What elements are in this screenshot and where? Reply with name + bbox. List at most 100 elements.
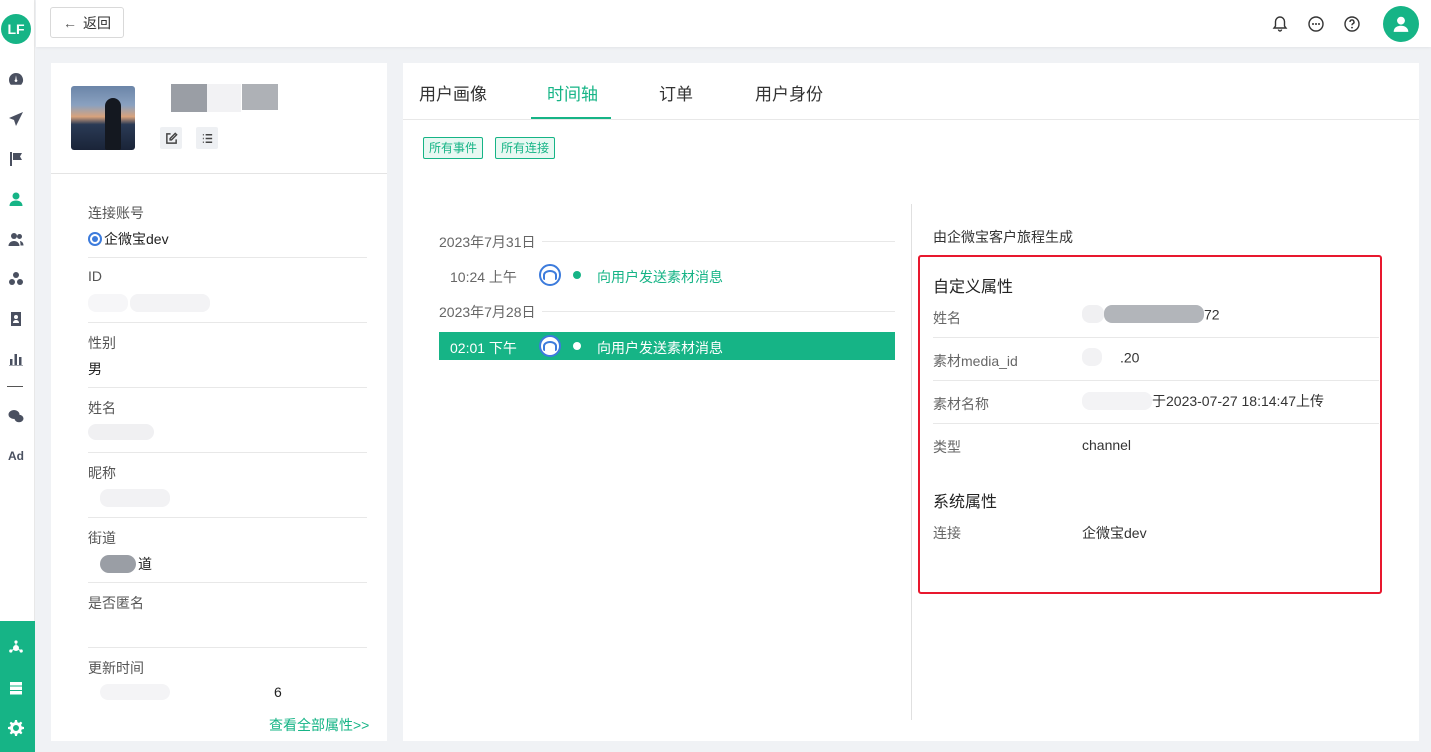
timeline-date-header: 2023年7月31日 <box>439 232 895 252</box>
tab-orders[interactable]: 订单 <box>659 80 693 105</box>
field-label: 性别 <box>88 335 116 351</box>
system-attributes-title: 系统属性 <box>933 494 998 511</box>
field-value: 企微宝dev <box>88 229 169 249</box>
rail-bottom-section <box>0 621 35 752</box>
main-panel: 用户画像 时间轴 订单 用户身份 所有事件 所有连接 2023年7月31日 10… <box>403 63 1419 741</box>
field-label: ID <box>88 268 102 284</box>
field-value <box>88 489 170 507</box>
event-dot <box>573 342 581 350</box>
attr-row: 类型 channel <box>933 424 1379 467</box>
avatar <box>71 86 135 150</box>
wechat-icon[interactable] <box>6 406 26 426</box>
dashboard-icon[interactable] <box>6 69 26 89</box>
field-value-text: 道 <box>138 556 152 572</box>
field-label: 姓名 <box>88 400 116 416</box>
attr-row: 姓名 72 <box>933 295 1379 338</box>
contact-card-icon[interactable] <box>6 309 26 329</box>
tab-user-identity[interactable]: 用户身份 <box>755 80 823 105</box>
filter-all-connections[interactable]: 所有连接 <box>495 137 556 159</box>
list-button[interactable] <box>196 127 218 149</box>
field-street: 街道 道 <box>88 518 367 583</box>
attr-row: 素材名称 于2023-07-27 18:14:47上传 <box>933 381 1379 424</box>
field-label: 街道 <box>88 530 116 546</box>
attr-value: 72 <box>1082 305 1220 324</box>
field-id: ID <box>88 258 367 323</box>
user-icon[interactable] <box>6 189 26 209</box>
robot-icon <box>539 335 561 357</box>
field-gender: 性别 男 <box>88 323 367 388</box>
attr-row: 连接 企微宝dev <box>933 510 1379 553</box>
help-icon[interactable] <box>1341 13 1363 35</box>
timeline-date-header: 2023年7月28日 <box>439 302 895 322</box>
view-all-attributes-link[interactable]: 查看全部属性>> <box>269 715 369 735</box>
field-value-text: 企微宝dev <box>104 231 169 247</box>
timeline-date: 2023年7月28日 <box>439 302 542 322</box>
field-connection-account: 连接账号 企微宝dev <box>88 193 367 258</box>
timeline-event[interactable]: 10:24 上午 向用户发送素材消息 <box>439 261 895 289</box>
rail-divider <box>7 386 23 387</box>
robot-icon <box>539 264 561 286</box>
tab-user-portrait[interactable]: 用户画像 <box>419 80 487 105</box>
flag-icon[interactable] <box>6 149 26 169</box>
left-nav-rail: LF Ad <box>0 0 35 752</box>
top-bar-actions <box>1269 6 1419 42</box>
event-dot <box>573 271 581 279</box>
active-tab-indicator <box>531 117 611 119</box>
attr-key: 素材media_id <box>933 353 1018 369</box>
send-icon[interactable] <box>6 109 26 129</box>
attr-value-text: 于2023-07-27 18:14:47上传 <box>1152 393 1324 409</box>
back-label: 返回 <box>83 14 111 31</box>
back-button[interactable]: ← 返回 <box>50 7 124 38</box>
users-icon[interactable] <box>6 229 26 249</box>
server-icon[interactable] <box>7 679 25 697</box>
field-label: 更新时间 <box>88 660 144 676</box>
name-redacted <box>171 84 207 112</box>
event-name: 向用户发送素材消息 <box>597 269 723 285</box>
attr-key: 姓名 <box>933 310 961 326</box>
name-redacted <box>242 84 278 110</box>
field-value: 6 <box>88 684 282 700</box>
bar-chart-icon[interactable] <box>6 349 26 369</box>
bell-icon[interactable] <box>1269 13 1291 35</box>
field-name: 姓名 <box>88 388 367 453</box>
arrow-left-icon: ← <box>63 14 77 31</box>
tab-timeline[interactable]: 时间轴 <box>547 80 598 105</box>
edit-button[interactable] <box>160 127 182 149</box>
panel-divider <box>911 204 912 720</box>
field-value: 道 <box>88 554 152 574</box>
field-anonymous: 是否匿名 <box>88 583 367 648</box>
user-avatar-icon[interactable] <box>1383 6 1419 42</box>
custom-attributes-title: 自定义属性 <box>933 279 1014 296</box>
attr-value-text: .20 <box>1120 349 1140 366</box>
profile-panel: 连接账号 企微宝dev ID 性别 男 姓名 昵称 街道 道 是否匿名 更新时间… <box>51 63 387 741</box>
attr-key: 类型 <box>933 439 961 455</box>
field-value-text: 6 <box>274 684 282 700</box>
filter-all-events[interactable]: 所有事件 <box>423 137 484 159</box>
wecom-icon <box>88 232 102 246</box>
attr-value: .20 <box>1082 348 1140 367</box>
top-bar: ← 返回 <box>36 0 1431 47</box>
app-logo[interactable]: LF <box>1 14 31 44</box>
message-icon[interactable] <box>1305 13 1327 35</box>
field-label: 昵称 <box>88 465 116 481</box>
attr-row: 素材media_id .20 <box>933 338 1379 381</box>
settings-gear-icon[interactable] <box>7 719 25 737</box>
list-icon <box>202 133 212 143</box>
field-value: 男 <box>88 361 102 377</box>
field-nickname: 昵称 <box>88 453 367 518</box>
ad-icon[interactable]: Ad <box>6 446 26 466</box>
field-value <box>88 294 210 312</box>
name-redacted <box>207 84 241 112</box>
attr-value: 于2023-07-27 18:14:47上传 <box>1082 391 1324 411</box>
tab-bar: 用户画像 时间轴 订单 用户身份 <box>403 63 1419 120</box>
segments-icon[interactable] <box>6 269 26 289</box>
attr-key: 连接 <box>933 525 961 541</box>
attr-key: 素材名称 <box>933 396 989 412</box>
timeline-event-selected[interactable]: 02:01 下午 向用户发送素材消息 <box>439 332 895 360</box>
field-updated-time: 更新时间 6 <box>88 648 367 713</box>
integration-icon[interactable] <box>7 639 25 657</box>
edit-icon <box>165 131 178 144</box>
timeline-date: 2023年7月31日 <box>439 232 542 252</box>
attr-value: 企微宝dev <box>1082 525 1147 541</box>
event-time: 02:01 下午 <box>450 340 517 356</box>
